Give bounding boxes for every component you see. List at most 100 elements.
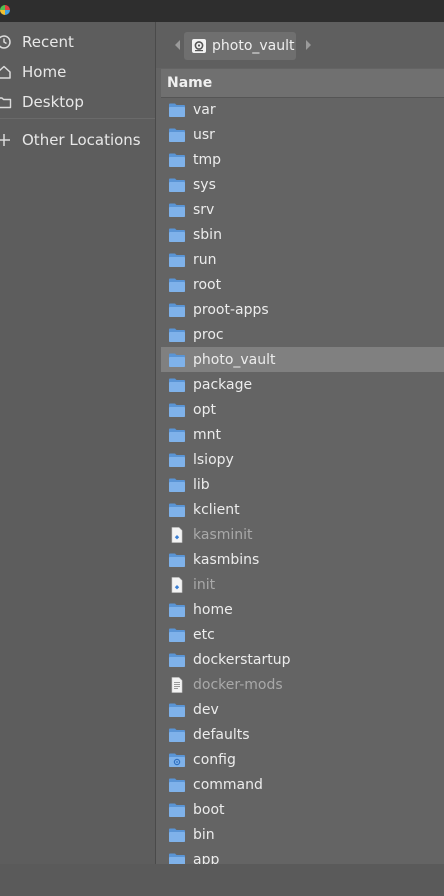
file-row[interactable]: sys (161, 172, 444, 197)
drive-icon (192, 39, 206, 53)
file-name: run (193, 251, 217, 268)
file-name: root (193, 276, 222, 293)
file-row[interactable]: proot-apps (161, 297, 444, 322)
file-name: proot-apps (193, 301, 269, 318)
file-list: var usr tmp sys srv sbin run root proot-apps proc… (161, 97, 444, 864)
file-name: photo_vault (193, 351, 276, 368)
file-name: lib (193, 476, 210, 493)
folder-icon (168, 202, 186, 218)
file-row[interactable]: usr (161, 122, 444, 147)
sidebar-item-home[interactable]: Home (0, 58, 155, 86)
config-folder-icon (168, 752, 186, 768)
folder-icon (168, 377, 186, 393)
file-row[interactable]: command (161, 772, 444, 797)
file-row[interactable]: etc (161, 622, 444, 647)
sidebar: Recent Home Desktop Other Locations (0, 22, 155, 896)
folder-icon (168, 352, 186, 368)
status-bar (0, 864, 444, 896)
file-name: srv (193, 201, 215, 218)
file-row[interactable]: photo_vault (161, 347, 444, 372)
folder-icon (168, 477, 186, 493)
file-row[interactable]: kasminit (161, 522, 444, 547)
file-name: config (193, 751, 236, 768)
file-name: package (193, 376, 253, 393)
folder-icon (168, 627, 186, 643)
file-row[interactable]: dev (161, 697, 444, 722)
desktop-folder-icon (0, 97, 12, 109)
file-row[interactable]: home (161, 597, 444, 622)
file-row[interactable]: kasmbins (161, 547, 444, 572)
file-row[interactable]: var (161, 97, 444, 122)
file-row[interactable]: root (161, 272, 444, 297)
breadcrumb-photo-vault[interactable]: photo_vault (184, 32, 296, 60)
file-row[interactable]: bin (161, 822, 444, 847)
file-name: kasminit (193, 526, 253, 543)
sidebar-item-label: Other Locations (22, 131, 141, 149)
file-row[interactable]: tmp (161, 147, 444, 172)
chevron-left-icon (175, 40, 180, 50)
folder-icon (168, 802, 186, 818)
file-name: tmp (193, 151, 222, 168)
file-row[interactable]: package (161, 372, 444, 397)
file-row[interactable]: app (161, 847, 444, 864)
folder-icon (168, 652, 186, 668)
column-header-label: Name (167, 75, 213, 91)
folder-icon (168, 152, 186, 168)
folder-icon (168, 277, 186, 293)
sidebar-item-desktop[interactable]: Desktop (0, 88, 155, 116)
folder-icon (168, 302, 186, 318)
folder-icon (168, 552, 186, 568)
sidebar-item-other-locations[interactable]: Other Locations (0, 126, 155, 154)
file-row[interactable]: mnt (161, 422, 444, 447)
file-row[interactable]: boot (161, 797, 444, 822)
file-row[interactable]: srv (161, 197, 444, 222)
home-icon (0, 65, 11, 79)
file-row[interactable]: defaults (161, 722, 444, 747)
executable-file-icon (168, 526, 186, 543)
file-row[interactable]: init (161, 572, 444, 597)
file-name: dockerstartup (193, 651, 291, 668)
file-name: usr (193, 126, 215, 143)
file-row[interactable]: proc (161, 322, 444, 347)
file-name: dev (193, 701, 219, 718)
file-name: bin (193, 826, 215, 843)
file-name: init (193, 576, 216, 593)
folder-icon (168, 727, 186, 743)
file-row[interactable]: lib (161, 472, 444, 497)
file-name: sbin (193, 226, 222, 243)
sidebar-item-recent[interactable]: Recent (0, 28, 155, 56)
folder-icon (168, 827, 186, 843)
folder-icon (168, 227, 186, 243)
folder-icon (168, 102, 186, 118)
sidebar-separator (0, 118, 155, 119)
folder-icon (168, 852, 186, 864)
file-row[interactable]: sbin (161, 222, 444, 247)
sidebar-item-label: Recent (22, 33, 74, 51)
file-row[interactable]: docker-mods (161, 672, 444, 697)
file-name: boot (193, 801, 225, 818)
breadcrumb-label: photo_vault (212, 38, 295, 54)
folder-icon (168, 427, 186, 443)
file-row[interactable]: kclient (161, 497, 444, 522)
file-name: kasmbins (193, 551, 260, 568)
file-name: home (193, 601, 233, 618)
folder-icon (168, 252, 186, 268)
file-row[interactable]: run (161, 247, 444, 272)
file-row[interactable]: dockerstartup (161, 647, 444, 672)
file-name: app (193, 851, 220, 865)
chevron-right-icon (306, 40, 311, 50)
column-header-name[interactable]: Name (161, 69, 444, 98)
folder-icon (168, 177, 186, 193)
file-row[interactable]: opt (161, 397, 444, 422)
file-name: command (193, 776, 263, 793)
file-row[interactable]: lsiopy (161, 447, 444, 472)
path-bar: photo_vault (156, 22, 444, 68)
forward-button[interactable] (300, 34, 316, 56)
file-name: etc (193, 626, 215, 643)
executable-file-icon (168, 576, 186, 593)
file-name: docker-mods (193, 676, 283, 693)
file-name: mnt (193, 426, 221, 443)
folder-icon (168, 777, 186, 793)
file-row[interactable]: config (161, 747, 444, 772)
folder-icon (168, 402, 186, 418)
